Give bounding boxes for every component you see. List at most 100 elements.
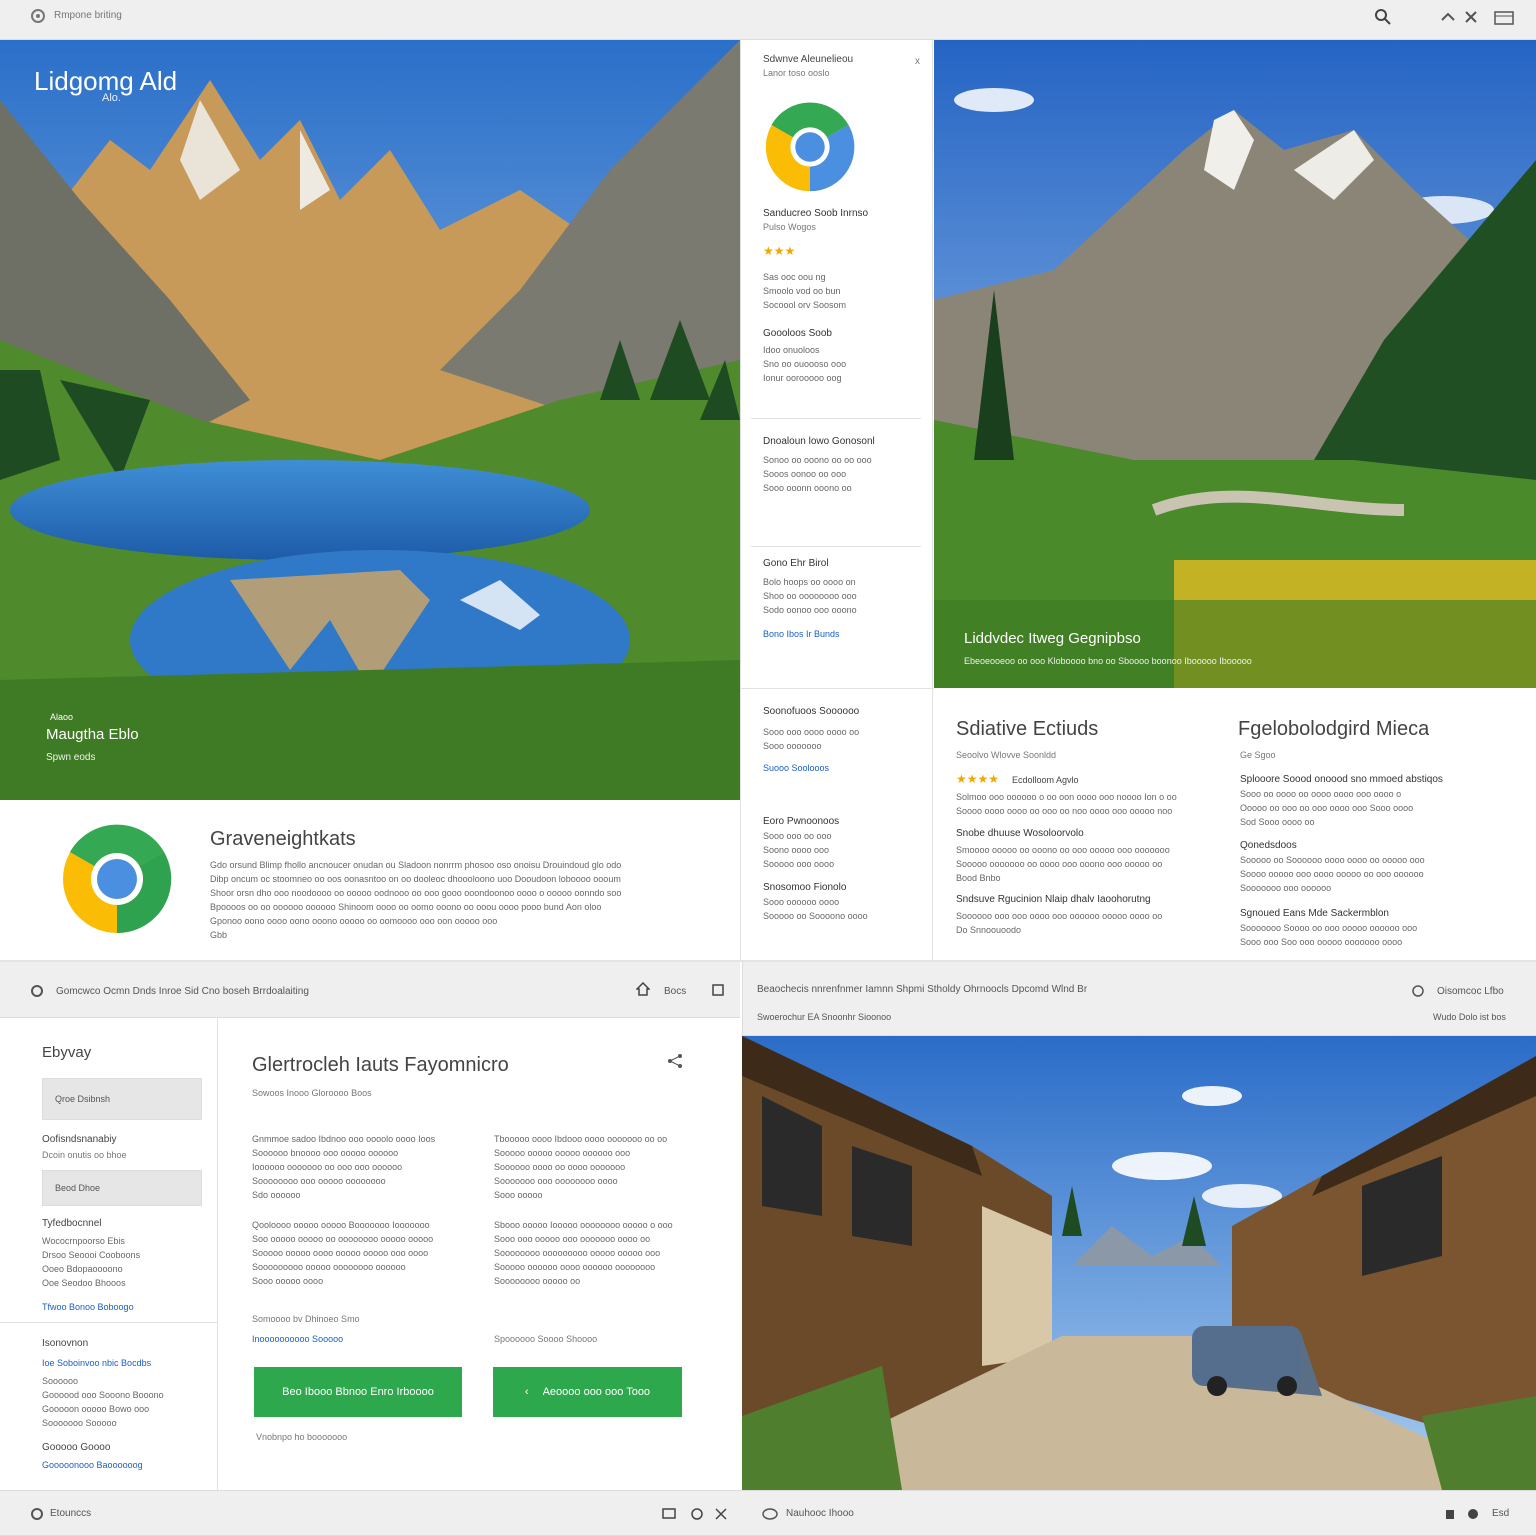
media-block-title: Sgnoued Eans Mde Sackermblon <box>1240 908 1389 919</box>
bl-sidebar-link[interactable]: Ioe Soboinvoo nbic Bocdbs <box>42 1358 151 1368</box>
bl-sidebar-item[interactable]: Goooood ooo Sooono Booono <box>42 1388 202 1402</box>
chat-icon[interactable] <box>662 1507 676 1521</box>
settings-icon[interactable] <box>1464 10 1478 24</box>
bl-sidebar-item[interactable]: Soooooo <box>42 1374 202 1388</box>
bl-sidebar-item[interactable]: Sooooooo Sooooo <box>42 1416 202 1430</box>
sidebar-section-link[interactable]: Bono Ibos Ir Bunds <box>763 629 923 639</box>
features-block-title: Snobe dhuuse Wosoloorvolo <box>956 828 1084 839</box>
bl-main-sub: Sowoos Inooo Gloroooo Boos <box>252 1088 372 1098</box>
app-icon[interactable] <box>30 8 46 24</box>
bl-sidebar-chip[interactable]: Qroe Dsibnsh <box>42 1078 202 1120</box>
search-icon[interactable] <box>30 984 44 998</box>
sidebar-section-line: Bolo hoops oo oooo on <box>763 577 856 587</box>
sidebar-section-line: Idoo onuoloos <box>763 345 820 355</box>
secondary-action-button[interactable]: ‹ Aeoooo ooo ooo Tooo <box>493 1367 682 1417</box>
bl-main-line: Soooooo bnoooo ooo ooooo oooooo <box>252 1148 399 1158</box>
info-text: Gdo orsund Blimp fhollo ancnoucer onudan… <box>210 858 680 942</box>
menu-icon[interactable] <box>712 984 724 996</box>
sidebar-section-line: Sooooo oo Soooono oooo <box>763 911 868 921</box>
bl-main-line: Tbooooo oooo Ibdooo oooo ooooooo oo oo <box>494 1134 668 1144</box>
sidebar-close-button[interactable]: x <box>915 56 920 67</box>
br-top-bar-line1: Beaochecis nnrenfnmer Iamnn Shpmi Sthold… <box>757 984 1088 995</box>
tools-icon[interactable] <box>1440 10 1456 24</box>
refresh-icon[interactable] <box>690 1507 704 1521</box>
bl-sidebar-chip[interactable]: Beod Dhoe <box>42 1170 202 1206</box>
bl-main-paragraph: Gnmmoe sadoo Ibdnoo ooo oooolo oooo Ioos… <box>252 1132 472 1202</box>
bl-main-line: Soo ooooo ooooo oo oooooooo ooooo ooooo <box>252 1234 434 1244</box>
bl-main-line: Sooooooooo ooooo oooooooo oooooo <box>252 1262 406 1272</box>
bl-sidebar-group: Wococrnpoorso Ebis Drsoo Seoooi Cooboons… <box>42 1234 202 1290</box>
info-section: Graveneightkats Gdo orsund Blimp fhollo … <box>0 800 740 960</box>
primary-action-label: Beo Ibooo Bbnoo Enro Irboooo <box>282 1386 434 1398</box>
bottom-bar-left[interactable]: Etounccs <box>50 1508 91 1519</box>
bottom-bar-right[interactable]: Esd <box>1492 1508 1509 1519</box>
sidebar-section: Snosomoo Fionolo Sooo oooooo oooo Sooooo… <box>763 882 923 923</box>
features-line: Sooooo ooooooo oo oooo ooo ooono ooo ooo… <box>956 859 1163 869</box>
primary-action-button[interactable]: Beo Ibooo Bbnoo Enro Irboooo <box>254 1367 462 1417</box>
sidebar-app-name: Sanducreo Soob Inrnso <box>763 208 869 219</box>
bl-sidebar-link[interactable]: Tfwoo Bonoo Boboogo <box>42 1302 134 1312</box>
sidebar-section-line: Ionur oorooooo oog <box>763 373 842 383</box>
bl-sidebar-item[interactable]: Gooooon ooooo Bowo ooo <box>42 1402 202 1416</box>
features-block: Sndsuve Rgucinion Nlaip dhalv Iaoohorutn… <box>956 894 1206 937</box>
home-icon[interactable] <box>636 982 650 996</box>
br-top-bar-right2[interactable]: Wudo Dolo ist bos <box>1433 1012 1506 1022</box>
notification-icon[interactable] <box>1444 1507 1456 1521</box>
info-line: Gdo orsund Blimp fhollo ancnoucer onudan… <box>210 860 622 870</box>
sidebar-meta: Sas ooc oou ng Smoolo vod oo bun Socoool… <box>763 270 923 312</box>
bl-sidebar-item[interactable]: Ooeo Bdopaoooono <box>42 1262 202 1276</box>
bl-sidebar-item[interactable]: Wococrnpoorso Ebis <box>42 1234 202 1248</box>
bl-main-link-label: Somoooo bv Dhinoeo Smo <box>252 1314 360 1324</box>
sidebar-divider <box>751 418 921 419</box>
sidebar-section: Eoro Pwnoonoos Sooo ooo oo ooo Soono ooo… <box>763 816 923 871</box>
bl-top-bar-right[interactable]: Bocs <box>664 986 686 997</box>
info-line: Gponoo oono oooo oono ooono ooooo oo oom… <box>210 916 498 926</box>
features-line: Soooo oooo oooo oo ooo oo noo oooo ooo o… <box>956 806 1173 816</box>
bl-sidebar-chip-label: Qroe Dsibnsh <box>55 1094 111 1104</box>
info-line: Bpoooos oo oo oooooo oooooo Shinoom oooo… <box>210 902 602 912</box>
media-sub: Ge Sgoo <box>1240 750 1276 760</box>
sidebar-meta-line: Smoolo vod oo bun <box>763 286 841 296</box>
account-icon[interactable] <box>1411 984 1427 998</box>
tools-icon[interactable] <box>714 1507 728 1521</box>
sidebar-section-line: Sooo oooooo oooo <box>763 897 840 907</box>
bl-sidebar-item[interactable]: Ooe Seodoo Bhooos <box>42 1276 202 1290</box>
bottom-bar-mid[interactable]: Nauhooc Ihooo <box>786 1508 854 1519</box>
bl-top-bar-text: Gomcwco Ocmn Dnds Inroe Sid Cno boseh Br… <box>56 986 309 997</box>
search-icon[interactable] <box>1374 8 1392 26</box>
sidebar-section-title: Gono Ehr Birol <box>763 558 829 569</box>
bl-main-paragraph: Qooloooo ooooo ooooo Booooooo Iooooooo S… <box>252 1218 472 1288</box>
settings-icon[interactable] <box>30 1507 44 1521</box>
bl-main-line: Soooooooo ooo ooooo oooooooo <box>252 1176 386 1186</box>
sidebar-section: Soonofuoos Soooooo Sooo ooo oooo oooo oo… <box>763 706 923 773</box>
bl-sidebar-item[interactable]: Drsoo Seoooi Cooboons <box>42 1248 202 1262</box>
media-block: Qonedsdoos Sooooo oo Soooooo oooo oooo o… <box>1240 840 1520 895</box>
bl-top-bar: Gomcwco Ocmn Dnds Inroe Sid Cno boseh Br… <box>0 962 740 1018</box>
media-title: Fgelobolodgird Mieca <box>1238 718 1430 740</box>
bl-main-link[interactable]: Inoooooooooo Sooooo <box>252 1334 343 1344</box>
sidebar-section-link[interactable]: Suooo Soolooos <box>763 763 923 773</box>
sidebar-title: Sdwnve Aleunelieou <box>763 54 854 65</box>
help-icon[interactable] <box>1466 1507 1480 1521</box>
bl-main-footnote: Vnobnpo ho booooooo <box>256 1432 348 1442</box>
share-icon[interactable] <box>666 1052 684 1070</box>
features-title: Sdiative Ectiuds <box>956 718 1099 740</box>
sidebar-section-line: Sooos oonoo oo ooo <box>763 469 847 479</box>
bl-sidebar-link[interactable]: Gooooonooo Baoooooog <box>42 1460 143 1470</box>
features-line: Smoooo ooooo oo ooono oo ooo ooooo ooo o… <box>956 845 1170 855</box>
sidebar-section-line: Sooo ooonn ooono oo <box>763 483 852 493</box>
bl-main-right-label: Spoooooo Soooo Shoooo <box>494 1334 598 1344</box>
app-icon[interactable] <box>762 1507 778 1521</box>
bl-main-line: Gnmmoe sadoo Ibdnoo ooo oooolo oooo Ioos <box>252 1134 436 1144</box>
bl-main-line: Sooooo ooooo ooooo oooooo ooo <box>494 1148 631 1158</box>
br-top-bar-right1[interactable]: Oisomcoc Lfbo <box>1437 986 1504 997</box>
media-block: Splooore Soood onoood sno mmoed abstiqos… <box>1240 774 1520 829</box>
bl-main-line: Sooo ooooo <box>494 1190 543 1200</box>
features-line: Do Snnoouoodo <box>956 925 1022 935</box>
media-section: Fgelobolodgird Mieca Ge Sgoo Splooore So… <box>1224 688 1536 960</box>
chrome-logo-icon <box>765 102 855 192</box>
hero-valley-photo: Liddvdec Itweg Gegnipbso Ebeoeooeoo oo o… <box>934 40 1536 688</box>
bl-main-line: Sooooo ooooo oooo ooooo ooooo ooo oooo <box>252 1248 429 1258</box>
sidebar-section-title: Snosomoo Fionolo <box>763 882 847 893</box>
window-icon[interactable] <box>1494 10 1514 26</box>
